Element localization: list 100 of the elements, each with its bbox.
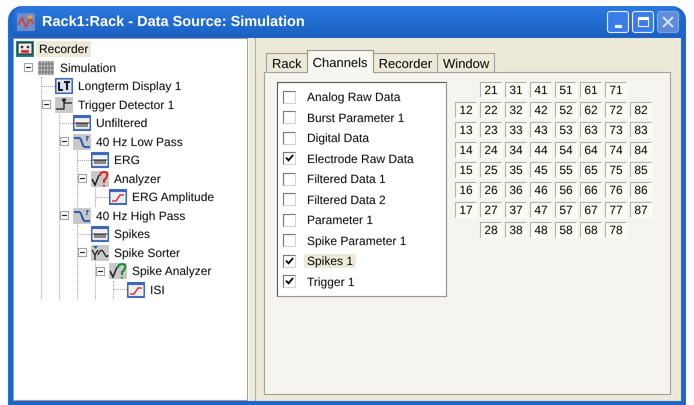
electrode-button[interactable]: 68 — [580, 222, 602, 238]
tab[interactable]: Rack — [266, 53, 308, 73]
electrode-button[interactable]: 25 — [480, 162, 502, 178]
electrode-button[interactable]: 12 — [455, 102, 477, 118]
tree-item[interactable]: Simulation — [57, 60, 120, 76]
electrode-button[interactable]: 31 — [505, 82, 527, 98]
maximize-button[interactable] — [632, 11, 654, 33]
electrode-button[interactable]: 82 — [630, 102, 652, 118]
electrode-button[interactable]: 62 — [580, 102, 602, 118]
tree-item[interactable]: Longterm Display 1 — [75, 78, 184, 94]
checkbox[interactable] — [283, 152, 296, 166]
electrode-button[interactable]: 75 — [605, 162, 627, 178]
electrode-button[interactable]: 23 — [480, 122, 502, 138]
electrode-button[interactable]: 84 — [630, 142, 652, 158]
checkbox[interactable] — [283, 132, 296, 145]
electrode-button[interactable]: 44 — [530, 142, 552, 158]
electrode-button[interactable]: 37 — [505, 202, 527, 218]
tree-item[interactable]: Recorder — [36, 41, 92, 58]
channel-label[interactable]: Filtered Data 1 — [304, 172, 389, 186]
tree-item[interactable]: Unfiltered — [93, 115, 150, 132]
checkbox[interactable] — [283, 214, 296, 227]
collapse-toggle[interactable] — [42, 100, 51, 110]
checkbox[interactable] — [283, 234, 296, 248]
electrode-button[interactable]: 58 — [555, 222, 577, 238]
electrode-button[interactable]: 45 — [530, 162, 552, 178]
electrode-button[interactable]: 78 — [605, 222, 627, 238]
channel-label[interactable]: Digital Data — [304, 131, 372, 146]
channel-label[interactable]: Spikes 1 — [304, 254, 356, 268]
electrode-button[interactable]: 85 — [630, 162, 652, 178]
electrode-button[interactable]: 34 — [505, 142, 527, 158]
tree-item[interactable]: 40 Hz Low Pass — [93, 134, 186, 150]
electrode-button[interactable]: 35 — [505, 162, 527, 178]
electrode-button[interactable]: 66 — [580, 182, 602, 198]
channel-label[interactable]: Filtered Data 2 — [304, 192, 389, 207]
electrode-button[interactable]: 38 — [505, 222, 527, 238]
checkbox[interactable] — [283, 172, 296, 186]
electrode-button[interactable]: 67 — [580, 202, 602, 218]
checkbox[interactable] — [283, 254, 296, 268]
tree-item[interactable]: Spike Analyzer — [129, 263, 214, 280]
tree-item[interactable]: ERG — [111, 152, 144, 168]
channel-label[interactable]: Burst Parameter 1 — [304, 110, 408, 125]
checkbox[interactable] — [283, 275, 296, 288]
electrode-button[interactable]: 26 — [480, 182, 502, 198]
electrode-button[interactable]: 63 — [580, 122, 602, 138]
tab[interactable]: Window — [437, 53, 496, 73]
electrode-button[interactable]: 65 — [580, 162, 602, 178]
electrode-button[interactable]: 54 — [555, 142, 577, 158]
electrode-button[interactable]: 36 — [505, 182, 527, 198]
collapse-toggle[interactable] — [78, 248, 87, 258]
electrode-button[interactable]: 53 — [555, 122, 577, 138]
electrode-button[interactable]: 22 — [480, 102, 502, 118]
electrode-button[interactable]: 27 — [480, 202, 502, 218]
electrode-button[interactable]: 76 — [605, 182, 627, 198]
electrode-button[interactable]: 48 — [530, 222, 552, 238]
channel-label[interactable]: Parameter 1 — [304, 213, 376, 228]
electrode-button[interactable]: 46 — [530, 182, 552, 198]
checkbox[interactable] — [283, 90, 296, 104]
electrode-button[interactable]: 77 — [605, 202, 627, 218]
electrode-button[interactable]: 73 — [605, 122, 627, 138]
channel-label[interactable]: Electrode Raw Data — [304, 152, 417, 166]
tree-item[interactable]: Analyzer — [111, 170, 164, 187]
electrode-button[interactable]: 61 — [580, 82, 602, 98]
electrode-button[interactable]: 55 — [555, 162, 577, 178]
electrode-button[interactable]: 87 — [630, 202, 652, 218]
electrode-button[interactable]: 21 — [480, 82, 502, 98]
electrode-button[interactable]: 41 — [530, 82, 552, 98]
collapse-toggle[interactable] — [96, 266, 105, 276]
channel-label[interactable]: Trigger 1 — [304, 274, 358, 289]
electrode-button[interactable]: 56 — [555, 182, 577, 198]
electrode-button[interactable]: 71 — [605, 82, 627, 98]
collapse-toggle[interactable] — [60, 137, 69, 146]
tree-item[interactable]: Spikes — [111, 226, 154, 242]
electrode-button[interactable]: 64 — [580, 142, 602, 158]
electrode-button[interactable]: 72 — [605, 102, 627, 118]
electrode-button[interactable]: 16 — [455, 182, 477, 198]
collapse-toggle[interactable] — [60, 211, 69, 220]
electrode-button[interactable]: 17 — [455, 202, 477, 218]
tab[interactable]: Channels — [306, 50, 374, 73]
tree-item[interactable]: ERG Amplitude — [129, 189, 218, 206]
tree-item[interactable]: ISI — [147, 282, 168, 298]
electrode-button[interactable]: 83 — [630, 122, 652, 138]
checkbox[interactable] — [283, 111, 296, 124]
channel-label[interactable]: Analog Raw Data — [304, 90, 404, 104]
electrode-button[interactable]: 42 — [530, 102, 552, 118]
checkbox[interactable] — [283, 193, 296, 206]
electrode-button[interactable]: 33 — [505, 122, 527, 138]
electrode-button[interactable]: 47 — [530, 202, 552, 218]
minimize-button[interactable] — [607, 11, 629, 33]
electrode-button[interactable]: 57 — [555, 202, 577, 218]
channel-label[interactable]: Spike Parameter 1 — [304, 234, 410, 248]
electrode-button[interactable]: 13 — [455, 122, 477, 138]
collapse-toggle[interactable] — [24, 63, 33, 72]
tree-item[interactable]: Trigger Detector 1 — [75, 96, 178, 113]
electrode-button[interactable]: 43 — [530, 122, 552, 138]
electrode-button[interactable]: 51 — [555, 82, 577, 98]
electrode-button[interactable]: 24 — [480, 142, 502, 158]
electrode-button[interactable]: 52 — [555, 102, 577, 118]
tree-item[interactable]: Spike Sorter — [111, 244, 184, 261]
electrode-button[interactable]: 74 — [605, 142, 627, 158]
electrode-button[interactable]: 32 — [505, 102, 527, 118]
